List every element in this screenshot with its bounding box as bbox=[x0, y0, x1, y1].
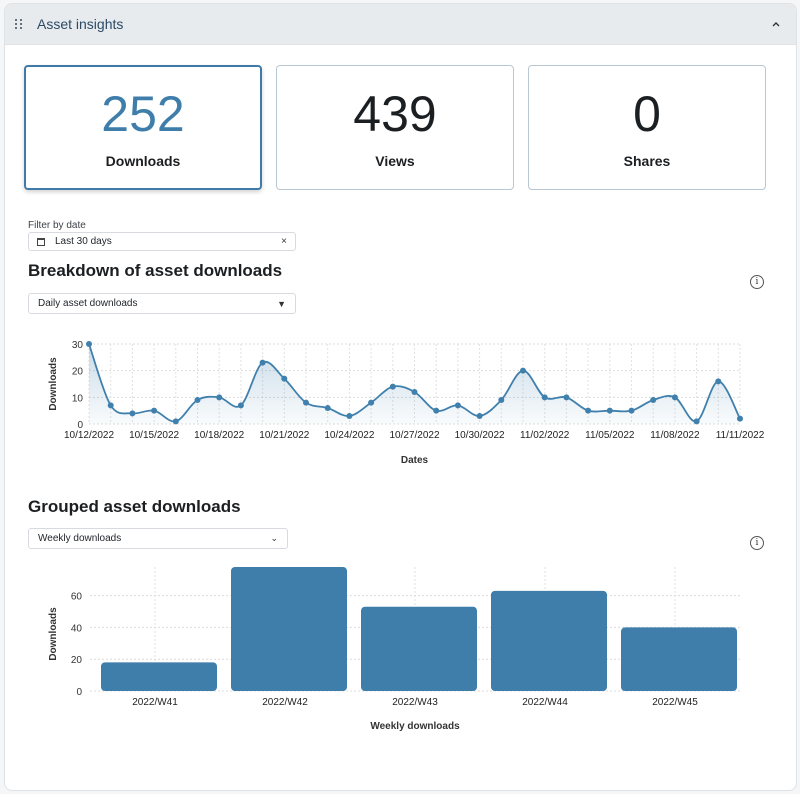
weekly-downloads-chart: 0 20 40 60 2022/W41 2022/W42 2022/W43 2022/W44 2… bbox=[48, 567, 740, 732]
date-filter-value: Last 30 days bbox=[55, 236, 112, 247]
data-point bbox=[346, 413, 353, 419]
x-tick-label: 10/18/2022 bbox=[194, 430, 244, 441]
x-tick-label: 10/30/2022 bbox=[455, 430, 505, 441]
x-tick-label: 10/24/2022 bbox=[324, 430, 374, 441]
weekly-downloads-select[interactable]: Weekly downloads ⌄ bbox=[28, 528, 288, 549]
data-point bbox=[368, 399, 375, 406]
bar bbox=[491, 590, 607, 691]
panel-title: Asset insights bbox=[37, 16, 124, 32]
data-point bbox=[237, 402, 244, 409]
data-point bbox=[650, 397, 657, 403]
select-value: Weekly downloads bbox=[38, 533, 122, 544]
x-axis-title: Dates bbox=[401, 455, 429, 466]
y-tick-label: 60 bbox=[71, 592, 83, 603]
y-tick-label: 20 bbox=[71, 655, 83, 666]
data-point bbox=[433, 407, 440, 414]
x-tick-label: 11/05/2022 bbox=[585, 430, 635, 441]
stat-card-shares[interactable]: 0 Shares bbox=[528, 65, 766, 190]
x-tick-label: 10/21/2022 bbox=[259, 430, 309, 441]
chevron-down-icon: ⌄ bbox=[270, 533, 278, 543]
y-tick-label: 20 bbox=[72, 367, 84, 378]
info-icon[interactable]: i bbox=[750, 275, 764, 289]
data-point bbox=[520, 367, 526, 374]
data-point bbox=[628, 407, 635, 414]
x-tick-label: 2022/W41 bbox=[132, 697, 178, 708]
bar bbox=[231, 567, 347, 691]
collapse-button[interactable] bbox=[768, 16, 784, 32]
caret-down-icon: ▼ bbox=[277, 298, 286, 309]
data-point bbox=[454, 402, 461, 409]
x-tick-label: 10/15/2022 bbox=[129, 430, 179, 441]
data-point bbox=[606, 407, 613, 414]
daily-downloads-chart: 010203010/12/2022 10/15/2022 10/18/2022 10/… bbox=[48, 340, 765, 466]
daily-downloads-select[interactable]: Daily asset downloads ▼ bbox=[28, 293, 296, 314]
clear-filter-button[interactable]: × bbox=[281, 236, 287, 247]
y-tick-label: 40 bbox=[71, 623, 83, 634]
grouped-title: Grouped asset downloads bbox=[28, 497, 241, 516]
stat-value: 0 bbox=[633, 85, 661, 142]
data-point bbox=[737, 415, 743, 422]
x-tick-label: 10/12/2022 bbox=[64, 430, 114, 441]
stat-card-downloads[interactable]: 252 Downloads bbox=[24, 65, 262, 190]
calendar-icon bbox=[37, 237, 45, 246]
data-point bbox=[129, 410, 136, 417]
y-tick-label: 0 bbox=[76, 687, 82, 698]
drag-handle-icon[interactable] bbox=[15, 17, 25, 31]
stat-label: Shares bbox=[623, 152, 671, 169]
date-filter-input[interactable]: Last 30 days × bbox=[28, 232, 296, 251]
x-tick-label: 2022/W44 bbox=[522, 697, 568, 708]
data-point bbox=[303, 399, 309, 406]
x-tick-label: 11/02/2022 bbox=[520, 430, 570, 441]
y-axis-title: Downloads bbox=[48, 607, 59, 661]
data-point bbox=[585, 407, 592, 414]
x-tick-label: 2022/W45 bbox=[652, 697, 698, 708]
data-point bbox=[281, 375, 288, 382]
data-point bbox=[151, 407, 158, 414]
data-point bbox=[172, 418, 179, 425]
x-tick-label: 11/08/2022 bbox=[650, 430, 700, 441]
bar bbox=[361, 606, 477, 691]
data-point bbox=[563, 394, 570, 401]
chevron-up-icon bbox=[772, 22, 780, 27]
stat-card-views[interactable]: 439 Views bbox=[276, 65, 514, 190]
info-icon[interactable]: i bbox=[750, 536, 764, 550]
data-point bbox=[411, 389, 418, 395]
data-point bbox=[671, 394, 678, 401]
select-value: Daily asset downloads bbox=[38, 298, 138, 309]
x-tick-label: 2022/W43 bbox=[392, 697, 438, 708]
stat-value: 439 bbox=[353, 85, 437, 142]
data-point bbox=[693, 418, 700, 425]
data-point bbox=[498, 397, 505, 403]
x-axis-title: Weekly downloads bbox=[370, 721, 460, 732]
data-point bbox=[715, 378, 722, 385]
bar bbox=[621, 627, 737, 691]
x-tick-label: 2022/W42 bbox=[262, 697, 308, 708]
x-tick-label: 11/11/2022 bbox=[716, 430, 765, 441]
data-point bbox=[259, 359, 266, 366]
data-point bbox=[216, 394, 223, 401]
y-tick-label: 10 bbox=[72, 393, 84, 404]
stat-label: Downloads bbox=[105, 152, 181, 169]
stat-value: 252 bbox=[101, 85, 185, 142]
bar bbox=[101, 662, 217, 691]
x-tick-label: 10/27/2022 bbox=[389, 430, 439, 441]
panel-header[interactable]: Asset insights bbox=[5, 4, 796, 45]
stat-cards: 252 Downloads 439 Views 0 Shares bbox=[24, 65, 766, 190]
data-point bbox=[389, 383, 396, 390]
filter-label: Filter by date bbox=[28, 220, 86, 231]
data-point bbox=[476, 413, 483, 419]
y-axis-title: Downloads bbox=[48, 357, 59, 411]
data-point bbox=[107, 402, 114, 409]
data-point bbox=[86, 341, 92, 347]
stat-label: Views bbox=[375, 152, 415, 169]
breakdown-title: Breakdown of asset downloads bbox=[28, 261, 283, 280]
data-point bbox=[324, 405, 331, 411]
y-tick-label: 30 bbox=[72, 340, 84, 351]
data-point bbox=[541, 394, 548, 401]
data-point bbox=[194, 397, 201, 403]
